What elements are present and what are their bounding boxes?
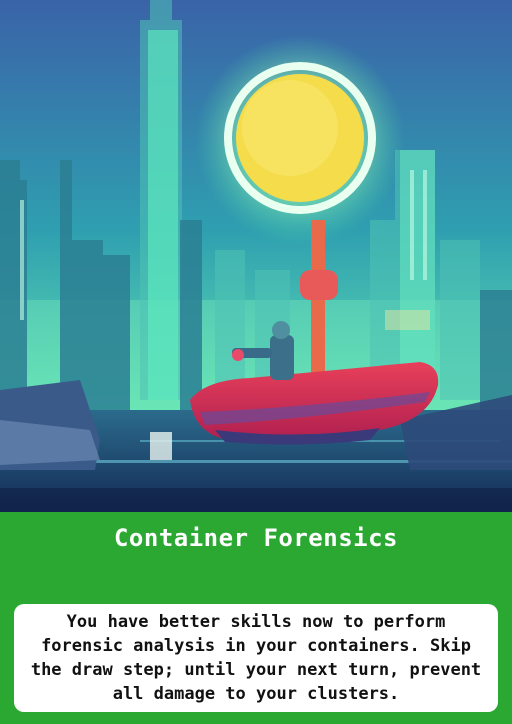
card-text-box: You have better skills now to perform fo… [14, 604, 498, 712]
game-card: Container Forensics You have better skil… [0, 0, 512, 724]
cyberpunk-city-illustration [0, 0, 512, 512]
card-title: Container Forensics [113, 524, 399, 552]
card-description: You have better skills now to perform fo… [30, 612, 482, 704]
card-artwork [0, 0, 512, 512]
